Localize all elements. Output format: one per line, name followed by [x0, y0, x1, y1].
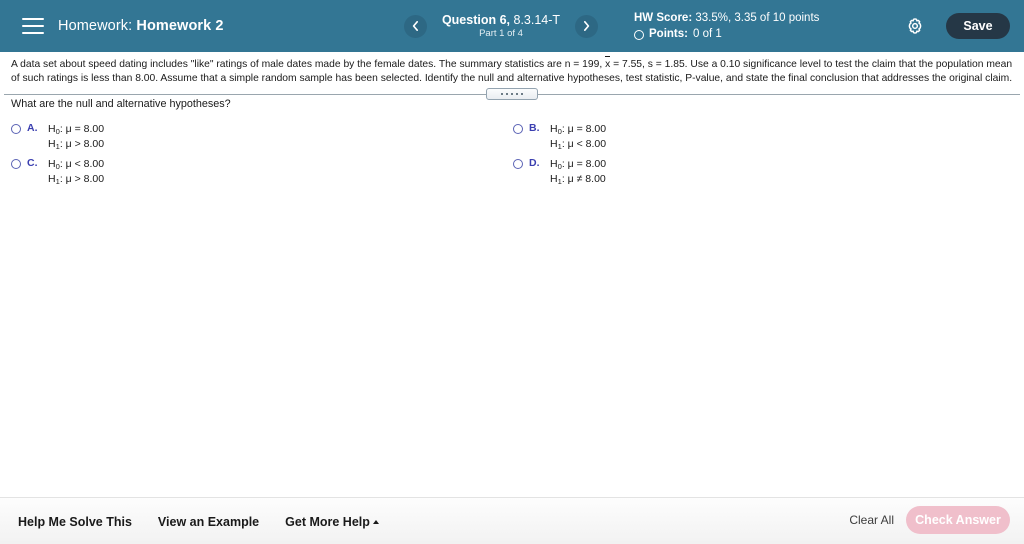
- h-subscript: 1: [55, 177, 60, 186]
- choice-letter-d: D.: [529, 157, 540, 169]
- h-symbol: H: [48, 173, 56, 185]
- hw-score-label: HW Score:: [634, 12, 693, 24]
- hamburger-icon[interactable]: [22, 18, 44, 34]
- h-symbol: H: [48, 138, 56, 150]
- handle-dot: [516, 93, 518, 95]
- radio-button-c[interactable]: [11, 159, 21, 169]
- choice-hypotheses-d: H0: μ = 8.00 H1: μ ≠ 8.00: [550, 157, 606, 187]
- gear-glyph: [908, 18, 922, 34]
- question-number: Question 6,: [441, 13, 511, 27]
- h-symbol: H: [550, 123, 558, 135]
- h-symbol: H: [550, 173, 558, 185]
- h-subscript: 0: [557, 162, 562, 171]
- h-symbol: H: [48, 123, 56, 135]
- handle-dot: [501, 93, 503, 95]
- hw-score-value: 33.5%, 3.35 of 10 points: [695, 12, 820, 24]
- choice-option-c[interactable]: C. H0: μ < 8.00 H1: μ > 8.00: [11, 157, 104, 187]
- x-bar-symbol: x: [605, 56, 611, 70]
- hamburger-bar: [22, 32, 44, 34]
- null-hypothesis-a: H0: μ = 8.00: [48, 123, 105, 136]
- h-expression: : μ = 8.00: [561, 123, 607, 135]
- choice-letter-c: C.: [27, 157, 38, 169]
- question-part: Part 1 of 4: [479, 28, 523, 39]
- hw-score-row: HW Score: 33.5%, 3.35 of 10 points: [634, 11, 819, 26]
- null-hypothesis-b: H0: μ = 8.00: [550, 123, 607, 136]
- points-label: Points:: [649, 28, 688, 40]
- handle-dot: [521, 93, 523, 95]
- question-code: 8.3.14-T: [513, 13, 561, 27]
- choice-hypotheses-c: H0: μ < 8.00 H1: μ > 8.00: [48, 157, 104, 187]
- h-symbol: H: [550, 138, 558, 150]
- circle-outline-icon: [634, 29, 644, 40]
- check-answer-button[interactable]: Check Answer: [906, 506, 1010, 534]
- chevron-right-icon: [584, 21, 590, 31]
- h-symbol: H: [48, 158, 56, 170]
- h-symbol: H: [550, 158, 558, 170]
- gear-icon[interactable]: [906, 17, 924, 35]
- hamburger-bar: [22, 25, 44, 27]
- footer-toolbar: Help Me Solve This View an Example Get M…: [0, 497, 1024, 544]
- alt-hypothesis-c: H1: μ > 8.00: [48, 173, 105, 186]
- question-indicator: Question 6, 8.3.14-T Part 1 of 4: [427, 13, 575, 39]
- alt-hypothesis-b: H1: μ < 8.00: [550, 138, 607, 151]
- choice-letter-b: B.: [529, 122, 540, 134]
- get-more-help-label: Get More Help: [285, 514, 370, 529]
- assignment-title: Homework: Homework 2: [58, 18, 224, 34]
- resize-handle[interactable]: [486, 88, 538, 100]
- h-subscript: 0: [55, 162, 60, 171]
- h-expression: : μ < 8.00: [59, 158, 105, 170]
- choice-hypotheses-b: H0: μ = 8.00 H1: μ < 8.00: [550, 122, 606, 152]
- h-expression: : μ < 8.00: [561, 138, 607, 150]
- null-hypothesis-c: H0: μ < 8.00: [48, 158, 105, 171]
- choice-option-d[interactable]: D. H0: μ = 8.00 H1: μ ≠ 8.00: [513, 157, 606, 187]
- h-expression: : μ = 8.00: [561, 158, 607, 170]
- h-subscript: 0: [557, 127, 562, 136]
- h-subscript: 1: [557, 142, 562, 151]
- save-button[interactable]: Save: [946, 13, 1010, 39]
- points-row: Points: 0 of 1: [634, 27, 819, 42]
- points-value: 0 of 1: [692, 28, 722, 40]
- caret-up-icon: [372, 520, 379, 525]
- h-subscript: 1: [557, 177, 562, 186]
- footer-links: Help Me Solve This View an Example Get M…: [18, 498, 379, 544]
- assignment-name: Homework 2: [136, 18, 224, 34]
- next-question-button[interactable]: [575, 14, 598, 38]
- h-subscript: 1: [55, 142, 60, 151]
- alt-hypothesis-a: H1: μ > 8.00: [48, 138, 105, 151]
- get-more-help-link[interactable]: Get More Help: [285, 515, 379, 529]
- previous-question-button[interactable]: [404, 14, 427, 38]
- choice-option-a[interactable]: A. H0: μ = 8.00 H1: μ > 8.00: [11, 122, 104, 152]
- question-text-part1: A data set about speed dating includes "…: [11, 59, 606, 70]
- null-hypothesis-d: H0: μ = 8.00: [550, 158, 607, 171]
- radio-button-d[interactable]: [513, 159, 523, 169]
- h-expression: : μ ≠ 8.00: [561, 173, 606, 185]
- choice-option-b[interactable]: B. H0: μ = 8.00 H1: μ < 8.00: [513, 122, 606, 152]
- h-expression: : μ = 8.00: [59, 123, 105, 135]
- choice-letter-a: A.: [27, 122, 38, 134]
- question-prompt: What are the null and alternative hypoth…: [11, 98, 231, 110]
- question-navigator: Question 6, 8.3.14-T Part 1 of 4: [404, 0, 598, 52]
- hamburger-bar: [22, 18, 44, 20]
- app-header: Homework: Homework 2 Question 6, 8.3.14-…: [0, 0, 1024, 52]
- radio-button-a[interactable]: [11, 124, 21, 134]
- h-expression: : μ > 8.00: [59, 173, 105, 185]
- alt-hypothesis-d: H1: μ ≠ 8.00: [550, 173, 606, 186]
- h-subscript: 0: [55, 127, 60, 136]
- handle-dot: [506, 93, 508, 95]
- choice-hypotheses-a: H0: μ = 8.00 H1: μ > 8.00: [48, 122, 104, 152]
- assignment-label: Homework:: [58, 18, 133, 34]
- handle-dot: [511, 93, 513, 95]
- question-statement: A data set about speed dating includes "…: [11, 56, 1013, 85]
- help-me-solve-this-link[interactable]: Help Me Solve This: [18, 515, 132, 529]
- chevron-left-icon: [412, 21, 418, 31]
- radio-button-b[interactable]: [513, 124, 523, 134]
- view-an-example-link[interactable]: View an Example: [158, 515, 259, 529]
- clear-all-button[interactable]: Clear All: [849, 513, 894, 527]
- score-summary: HW Score: 33.5%, 3.35 of 10 points Point…: [634, 11, 819, 42]
- h-expression: : μ > 8.00: [59, 138, 105, 150]
